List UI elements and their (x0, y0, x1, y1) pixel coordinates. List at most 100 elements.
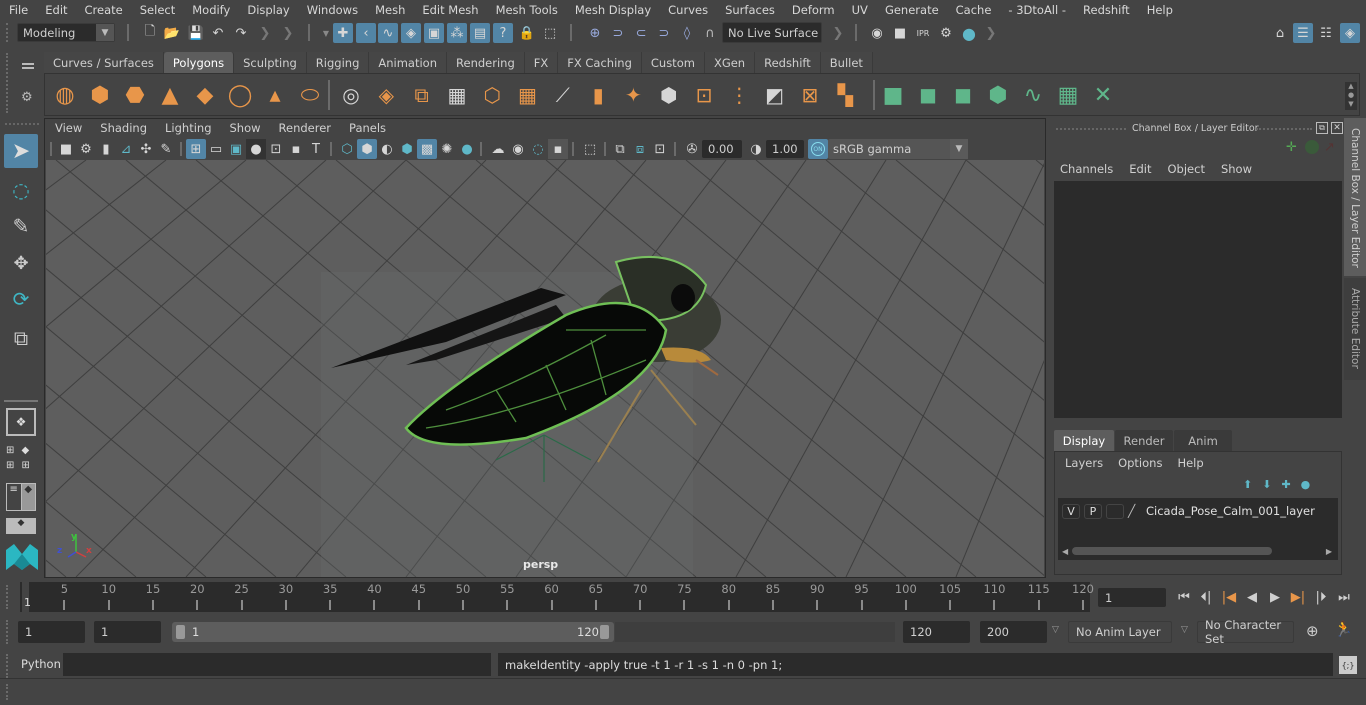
menu-deform[interactable]: Deform (783, 3, 843, 17)
hypershade-icon[interactable]: ● (959, 23, 979, 43)
menu-help[interactable]: Help (1138, 3, 1181, 17)
side-tab-channel-box[interactable]: Channel Box / Layer Editor (1344, 118, 1366, 276)
playback-end-field[interactable]: 120 (903, 621, 970, 643)
snap-point-icon[interactable]: ⊂ (631, 23, 651, 43)
step-back-key-icon[interactable]: |◀ (1219, 588, 1239, 606)
move-layer-down-icon[interactable]: ⬇ (1262, 478, 1281, 491)
paint-select-tool-icon[interactable]: ✎ (4, 210, 38, 242)
layer-menu-layers[interactable]: Layers (1065, 456, 1103, 470)
shelf-tab-polygons[interactable]: Polygons (163, 52, 235, 73)
menu-3dtoall[interactable]: - 3DtoAll - (999, 3, 1074, 17)
command-input[interactable] (63, 653, 491, 676)
graph-layout-icon[interactable]: ◆ (6, 518, 36, 534)
layer-color-swatch[interactable]: ╱ (1128, 504, 1142, 519)
xray-icon[interactable]: ⬢ (397, 139, 417, 159)
menu-redshift[interactable]: Redshift (1074, 3, 1138, 17)
multi-cut-icon[interactable]: ⟋ (549, 81, 577, 109)
scale-tool-icon[interactable]: ⧉ (4, 322, 38, 354)
single-view-layout-icon[interactable]: ❖ (6, 408, 36, 436)
select-by-hierarchy-icon[interactable]: ✚ (333, 23, 353, 43)
menu-file[interactable]: File (0, 3, 36, 17)
side-tab-attribute-editor[interactable]: Attribute Editor (1344, 278, 1366, 380)
horizontal-scrollbar[interactable]: ◀ ▶ (1062, 546, 1332, 556)
new-layer-selected-icon[interactable]: ● (1301, 478, 1321, 491)
current-frame-field[interactable]: 1 (1098, 588, 1166, 607)
smooth-shade-icon[interactable]: ⬢ (357, 139, 377, 159)
viewport-menu-shading[interactable]: Shading (91, 121, 156, 138)
animation-start-field[interactable]: 1 (18, 621, 85, 643)
channel-menu-channels[interactable]: Channels (1060, 162, 1113, 176)
layer-row[interactable]: V P ╱ Cicada_Pose_Calm_001_layer (1062, 502, 1338, 520)
poly-cone-icon[interactable]: ▲ (156, 81, 184, 109)
select-highlight-icon[interactable]: ⬚ (540, 23, 560, 43)
lasso-tool-icon[interactable]: ◌ (4, 174, 38, 206)
menu-cache[interactable]: Cache (947, 3, 1000, 17)
combine-icon[interactable]: ◎ (337, 81, 365, 109)
drag-handle[interactable] (1056, 128, 1126, 130)
shelf-tab-bullet[interactable]: Bullet (820, 52, 873, 73)
playback-start-field[interactable]: 1 (94, 621, 161, 643)
channel-menu-show[interactable]: Show (1221, 162, 1252, 176)
attribute-editor-toggle-icon[interactable]: ☷ (1316, 23, 1336, 43)
menu-display[interactable]: Display (238, 3, 297, 17)
drag-handle[interactable] (6, 53, 10, 113)
unfold-uv-icon[interactable]: ∿ (1019, 81, 1047, 109)
move-tool-icon[interactable]: ✥ (4, 247, 38, 279)
shelf-tab-animation[interactable]: Animation (369, 52, 448, 73)
gate-mask-icon[interactable]: ● (246, 139, 266, 159)
channel-box-area[interactable] (1054, 181, 1342, 418)
menu-uv[interactable]: UV (843, 3, 876, 17)
shelf-tab-xgen[interactable]: XGen (704, 52, 756, 73)
viewport-canvas[interactable]: y x z persp (46, 160, 1044, 577)
range-slider[interactable]: 1 120 (172, 622, 614, 642)
collapse-arrow-icon[interactable]: ❯ (255, 23, 275, 43)
animation-preferences-icon[interactable]: 🏃 (1334, 620, 1353, 638)
select-face-icon[interactable]: ▣ (424, 23, 444, 43)
speed-icon[interactable] (1305, 140, 1319, 154)
drag-handle[interactable] (1256, 128, 1312, 130)
color-management-toggle[interactable]: ON (808, 139, 828, 159)
drag-handle[interactable] (6, 620, 10, 644)
menu-select[interactable]: Select (131, 3, 183, 17)
render-settings-icon[interactable]: ⚙ (936, 23, 956, 43)
save-scene-icon[interactable]: 💾 (186, 23, 206, 43)
four-view-layout-icon[interactable]: ⊞ ◆ ⊞ ⊞ (6, 445, 36, 473)
shelf-tab-fx-caching[interactable]: FX Caching (558, 52, 642, 73)
snap-surface-icon[interactable]: ◊ (677, 23, 697, 43)
rotate-tool-icon[interactable]: ⟳ (4, 283, 38, 315)
render-view-icon[interactable]: ◉ (867, 23, 887, 43)
film-gate-icon[interactable]: ▭ (206, 139, 226, 159)
poly-cylinder-icon[interactable]: ⬣ (121, 81, 149, 109)
layer-tab-anim[interactable]: Anim (1174, 430, 1232, 451)
extrude-icon[interactable]: ⬡ (478, 81, 506, 109)
field-chart-icon[interactable]: ⊡ (266, 139, 286, 159)
channel-menu-object[interactable]: Object (1168, 162, 1205, 176)
shelf-tab-rendering[interactable]: Rendering (447, 52, 525, 73)
layer-tab-render[interactable]: Render (1115, 430, 1173, 451)
hud-icon[interactable]: ⊡ (650, 139, 670, 159)
channel-menu-edit[interactable]: Edit (1129, 162, 1151, 176)
shelf-tab-sculpting[interactable]: Sculpting (234, 52, 307, 73)
camera-attributes-icon[interactable]: ⚙ (76, 139, 96, 159)
scrollbar-thumb[interactable] (1072, 547, 1273, 555)
spherical-uv-icon[interactable]: ◼ (949, 81, 977, 109)
grid-toggle-icon[interactable]: ⊞ (186, 139, 206, 159)
image-plane-icon[interactable]: ⊿ (116, 139, 136, 159)
animation-end-field[interactable]: 200 (980, 621, 1047, 643)
manipulator-icon[interactable]: ✛ (1286, 140, 1297, 155)
step-back-frame-icon[interactable]: ⏴| (1196, 588, 1216, 606)
select-render-icon[interactable]: ▤ (470, 23, 490, 43)
live-surface-field[interactable]: No Live Surface (722, 22, 822, 43)
target-weld-icon[interactable]: ⊠ (796, 81, 824, 109)
shelf-tab-curves-surfaces[interactable]: Curves / Surfaces (44, 52, 164, 73)
camera-select-icon[interactable]: ■ (56, 139, 76, 159)
select-tool-arrow-icon[interactable]: ➤ (4, 134, 38, 168)
shelf-tab-rigging[interactable]: Rigging (306, 52, 370, 73)
xray-joints-icon[interactable]: ⧉ (610, 139, 630, 159)
anim-layer-field[interactable]: No Anim Layer (1068, 621, 1172, 643)
menu-generate[interactable]: Generate (876, 3, 947, 17)
poly-cube-icon[interactable]: ⬢ (86, 81, 114, 109)
poly-pyramid-icon[interactable]: ▴ (261, 81, 289, 109)
ipr-render-icon[interactable]: IPR (913, 23, 933, 43)
collapse-arrow-icon[interactable]: ❯ (981, 23, 1001, 43)
